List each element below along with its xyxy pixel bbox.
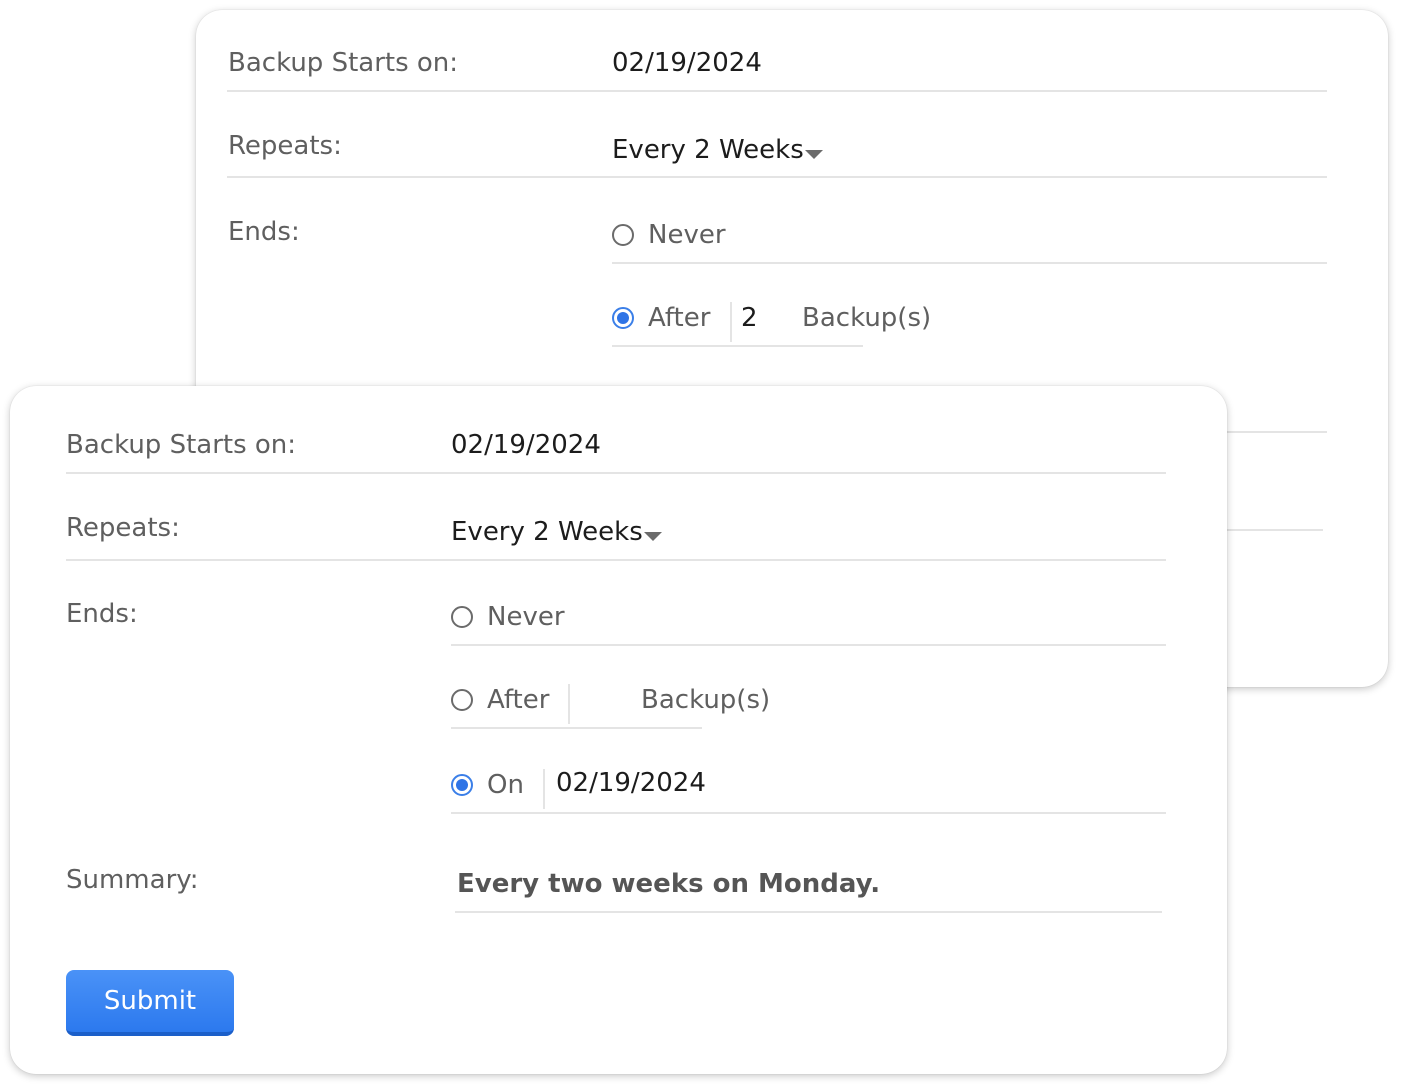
repeats-selected-value: Every 2 Weeks [612, 135, 804, 165]
field-separator [568, 684, 570, 724]
after-count-input[interactable]: 2 [741, 302, 758, 334]
repeats-dropdown[interactable]: Every 2 Weeks [612, 132, 832, 168]
ends-after-label[interactable]: After [648, 302, 710, 334]
divider [451, 727, 702, 729]
ends-on-label[interactable]: On [487, 769, 524, 801]
divider [455, 911, 1162, 913]
ends-never-radio[interactable] [612, 224, 634, 246]
backup-start-label: Backup Starts on: [66, 430, 297, 460]
summary-label: Summary: [66, 865, 199, 895]
divider [451, 812, 1166, 814]
backup-start-date-field[interactable]: 02/19/2024 [451, 429, 601, 461]
divider [227, 176, 1327, 178]
divider [612, 345, 863, 347]
chevron-down-icon [644, 532, 662, 541]
divider [66, 559, 1166, 561]
repeats-label: Repeats: [228, 131, 342, 161]
backup-start-label: Backup Starts on: [228, 48, 459, 78]
end-date-field[interactable]: 02/19/2024 [556, 767, 706, 799]
repeats-label: Repeats: [66, 513, 180, 543]
front-backup-schedule-card: Backup Starts on: 02/19/2024 Repeats: Ev… [10, 386, 1227, 1074]
ends-after-label[interactable]: After [487, 684, 549, 716]
field-separator [730, 302, 732, 342]
after-count-input[interactable] [580, 684, 630, 716]
chevron-down-icon [805, 150, 823, 159]
divider [66, 472, 1166, 474]
submit-button[interactable]: Submit [66, 970, 234, 1036]
backups-unit-label: Backup(s) [641, 685, 771, 715]
ends-on-radio[interactable] [451, 774, 473, 796]
backup-start-date-field[interactable]: 02/19/2024 [612, 47, 762, 79]
repeats-dropdown[interactable]: Every 2 Weeks [451, 514, 671, 550]
repeats-selected-value: Every 2 Weeks [451, 517, 643, 547]
divider [1227, 431, 1327, 433]
field-separator [543, 769, 545, 809]
divider [227, 90, 1327, 92]
summary-text: Every two weeks on Monday. [457, 869, 881, 899]
divider [1227, 529, 1323, 531]
ends-never-label[interactable]: Never [648, 219, 726, 251]
ends-never-radio[interactable] [451, 606, 473, 628]
ends-after-radio[interactable] [612, 307, 634, 329]
backups-unit-label: Backup(s) [802, 303, 932, 333]
ends-never-label[interactable]: Never [487, 601, 565, 633]
ends-after-radio[interactable] [451, 689, 473, 711]
ends-label: Ends: [228, 217, 300, 247]
divider [451, 644, 1166, 646]
ends-label: Ends: [66, 599, 138, 629]
divider [612, 262, 1327, 264]
